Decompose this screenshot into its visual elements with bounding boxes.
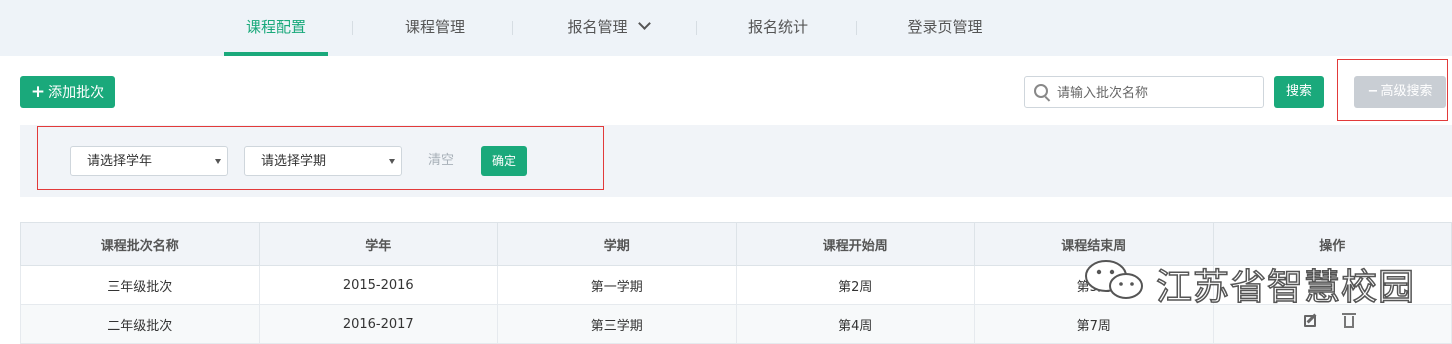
search-icon <box>1034 84 1048 98</box>
tab-label: 报名统计 <box>747 18 808 36</box>
nav-divider <box>696 21 697 35</box>
chevron-down-icon <box>637 17 651 30</box>
nav-divider <box>856 21 857 35</box>
table-cell: 第三学期 <box>497 304 737 344</box>
trash-icon[interactable] <box>1342 313 1357 328</box>
plus-icon: + <box>30 82 46 102</box>
column-header: 课程开始周 <box>735 222 975 266</box>
wechat-logo-icon <box>1085 260 1143 299</box>
confirm-button-label: 确定 <box>491 154 516 168</box>
tab-course-config[interactable]: 课程配置 <box>224 0 328 56</box>
year-select[interactable]: 请选择学年 <box>70 146 228 176</box>
table-cell: 2016-2017 <box>258 304 498 344</box>
add-batch-label: 添加批次 <box>48 85 105 101</box>
table-cell: 2015-2016 <box>258 265 498 305</box>
nav-divider <box>352 21 353 35</box>
add-batch-button[interactable]: + 添加批次 <box>20 76 115 108</box>
row-actions <box>1292 312 1372 332</box>
watermark: 江苏省智慧校园 <box>1080 250 1450 310</box>
table-row: 二年级批次 2016-2017 第三学期 第4周 第7周 <box>20 304 1452 344</box>
tab-login-page-management[interactable]: 登录页管理 <box>890 0 1000 56</box>
caret-down-icon <box>215 159 221 164</box>
tab-enroll-management[interactable]: 报名管理 <box>548 0 668 56</box>
table-cell: 第7周 <box>974 304 1214 344</box>
table-cell: 第2周 <box>735 265 975 305</box>
table-cell: 三年级批次 <box>20 265 260 305</box>
column-header: 学期 <box>497 222 737 266</box>
column-header: 课程批次名称 <box>20 222 260 266</box>
table-cell: 二年级批次 <box>20 304 260 344</box>
tab-course-management[interactable]: 课程管理 <box>380 0 490 56</box>
table-cell: 第一学期 <box>497 265 737 305</box>
advanced-search-highlight <box>1337 59 1448 121</box>
tab-label: 报名管理 <box>567 18 628 36</box>
top-nav: 课程配置 课程管理 报名管理 报名统计 登录页管理 <box>0 0 1452 56</box>
confirm-button[interactable]: 确定 <box>481 146 527 176</box>
search-input[interactable] <box>1055 77 1259 109</box>
caret-down-icon <box>389 159 395 164</box>
term-select-value: 请选择学期 <box>261 154 327 169</box>
term-select[interactable]: 请选择学期 <box>244 146 402 176</box>
tab-enroll-stats[interactable]: 报名统计 <box>728 0 828 56</box>
search-button-label: 搜索 <box>1285 84 1312 99</box>
clear-button[interactable]: 清空 <box>428 146 454 176</box>
column-header: 学年 <box>258 222 498 266</box>
watermark-text: 江苏省智慧校园 <box>1155 266 1416 309</box>
nav-divider <box>512 21 513 35</box>
tab-label: 登录页管理 <box>907 18 983 36</box>
year-select-value: 请选择学年 <box>87 154 153 169</box>
tab-label: 课程管理 <box>404 18 465 36</box>
table-cell: 第4周 <box>735 304 975 344</box>
actions-cell <box>1212 304 1452 344</box>
edit-icon[interactable] <box>1304 315 1317 327</box>
search-field[interactable] <box>1024 76 1264 109</box>
active-tab-indicator <box>224 52 328 56</box>
search-button[interactable]: 搜索 <box>1274 76 1324 108</box>
tab-label: 课程配置 <box>245 18 306 36</box>
